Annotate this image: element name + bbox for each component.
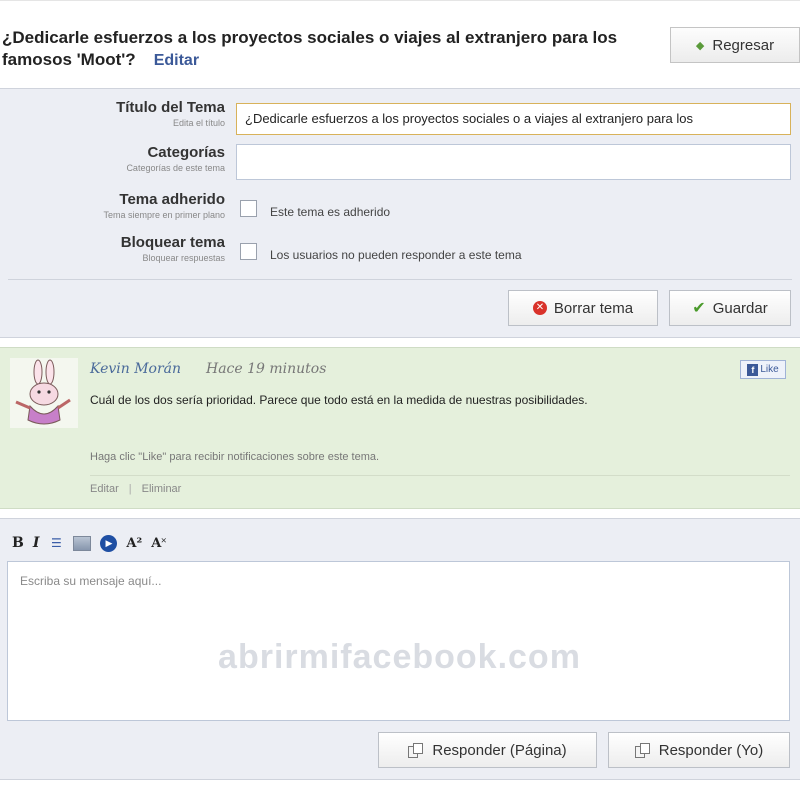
- form-divider: [8, 279, 792, 280]
- post-edit-link[interactable]: Editar: [90, 483, 119, 495]
- check-icon: ✔: [692, 300, 706, 317]
- like-button[interactable]: f Like: [740, 360, 786, 379]
- editor-toolbar: B I ☰ ▶ A² A˟: [12, 533, 166, 553]
- delete-icon: ✕: [532, 301, 547, 315]
- topic-title-text: ¿Dedicarle esfuerzos a los proyectos soc…: [2, 28, 618, 69]
- message-textarea[interactable]: Escriba su mensaje aquí... abrirmifacebo…: [7, 561, 790, 721]
- post: Kevin Morán Hace 19 minutos f Like Cuál …: [0, 347, 800, 509]
- italic-button[interactable]: I: [33, 534, 40, 552]
- title-sublabel: Edita el título: [172, 118, 225, 128]
- post-delete-link[interactable]: Eliminar: [142, 483, 182, 495]
- topic-header: ¿Dedicarle esfuerzos a los proyectos soc…: [0, 0, 800, 88]
- image-icon[interactable]: [73, 535, 92, 551]
- reply-icon: [634, 742, 651, 758]
- post-body: Cuál de los dos sería prioridad. Parece …: [90, 393, 588, 407]
- watermark: abrirmifacebook.com: [218, 638, 581, 676]
- sticky-sublabel: Tema siempre en primer plano: [103, 210, 225, 220]
- increase-font-button[interactable]: A²: [126, 534, 142, 552]
- decrease-font-button[interactable]: A˟: [151, 534, 166, 552]
- sticky-checkbox-label: Este tema es adherido: [270, 205, 391, 219]
- reply-me-button[interactable]: Responder (Yo): [608, 732, 790, 768]
- topic-title: ¿Dedicarle esfuerzos a los proyectos soc…: [2, 27, 667, 72]
- title-label: Título del Tema: [116, 99, 225, 116]
- lock-sublabel: Bloquear respuestas: [142, 253, 225, 263]
- facebook-like-icon: f: [747, 363, 759, 376]
- categories-label: Categorías: [147, 144, 225, 161]
- post-divider: [90, 475, 790, 476]
- save-button-label: Guardar: [712, 299, 768, 317]
- reply-page-label: Responder (Página): [432, 741, 567, 759]
- sticky-label: Tema adherido: [119, 191, 225, 208]
- list-button[interactable]: ☰: [48, 534, 64, 552]
- categories-sublabel: Categorías de este tema: [126, 163, 225, 173]
- lock-checkbox-label: Los usuarios no pueden responder a este …: [270, 248, 522, 262]
- delete-topic-button[interactable]: ✕ Borrar tema: [508, 290, 658, 326]
- lock-label-group: Bloquear tema Bloquear respuestas: [121, 234, 225, 263]
- post-actions: Editar | Eliminar: [90, 483, 181, 495]
- bold-button[interactable]: B: [12, 534, 24, 552]
- categories-label-group: Categorías Categorías de este tema: [126, 144, 225, 173]
- categories-input[interactable]: [236, 144, 791, 180]
- post-author[interactable]: Kevin Morán: [90, 361, 181, 377]
- reply-editor: B I ☰ ▶ A² A˟ Escriba su mensaje aquí...…: [0, 518, 800, 780]
- post-actions-separator: |: [128, 483, 132, 495]
- delete-topic-label: Borrar tema: [553, 299, 634, 317]
- reply-me-label: Responder (Yo): [658, 741, 764, 759]
- sticky-label-group: Tema adherido Tema siempre en primer pla…: [103, 191, 225, 220]
- title-input[interactable]: ¿Dedicarle esfuerzos a los proyectos soc…: [236, 103, 791, 135]
- post-time: Hace 19 minutos: [206, 361, 327, 377]
- edit-title-link[interactable]: Editar: [154, 52, 199, 69]
- reply-icon: [408, 742, 424, 758]
- reply-page-button[interactable]: Responder (Página): [378, 732, 597, 768]
- title-label-group: Título del Tema Edita el título: [116, 99, 225, 128]
- sticky-checkbox[interactable]: [240, 200, 257, 217]
- lock-label: Bloquear tema: [120, 234, 225, 251]
- back-button[interactable]: ◆ Regresar: [670, 27, 800, 63]
- video-button[interactable]: ▶: [100, 534, 118, 552]
- like-button-label: Like: [760, 364, 779, 375]
- back-button-label: Regresar: [712, 36, 775, 54]
- post-notify-text: Haga clic "Like" para recibir notificaci…: [90, 451, 380, 463]
- back-arrow-icon: ◆: [695, 39, 705, 52]
- lock-checkbox[interactable]: [240, 243, 257, 260]
- message-placeholder: Escriba su mensaje aquí...: [20, 574, 162, 588]
- avatar[interactable]: [10, 358, 78, 428]
- save-button[interactable]: ✔ Guardar: [669, 290, 791, 326]
- topic-edit-form: Título del Tema Edita el título ¿Dedicar…: [0, 88, 800, 338]
